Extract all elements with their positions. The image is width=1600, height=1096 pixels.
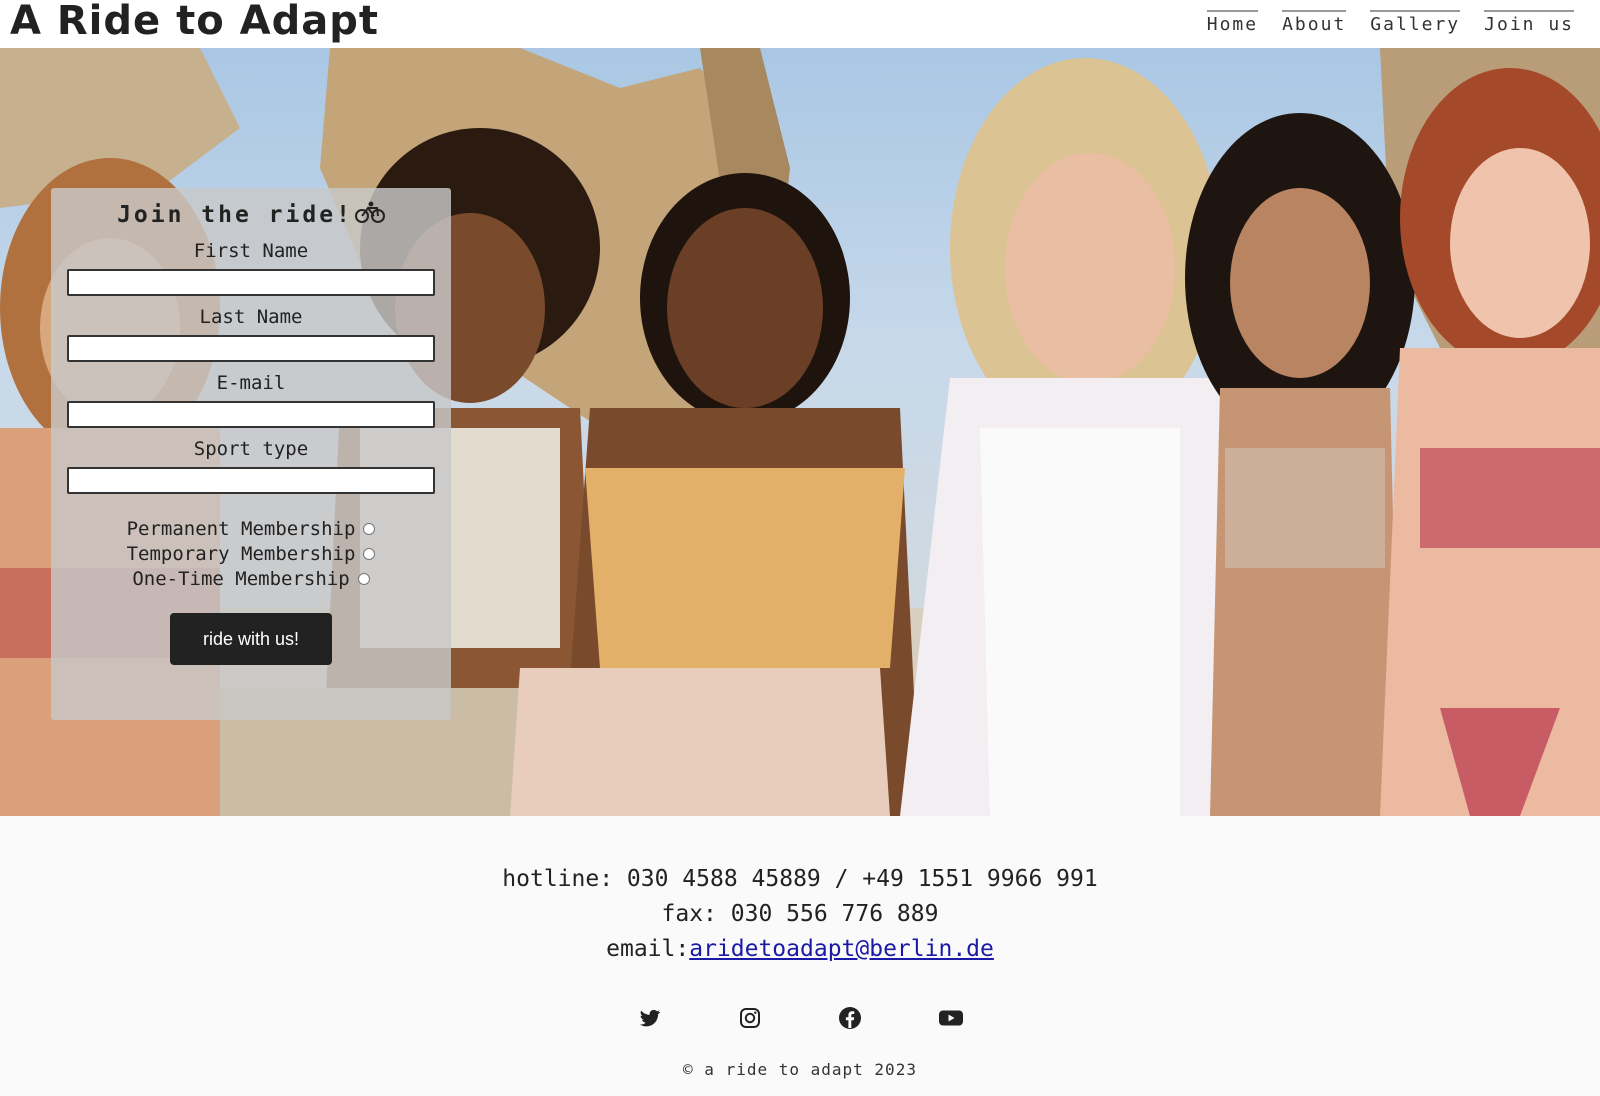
site-footer: hotline: 030 4588 45889 / +49 1551 9966 … bbox=[0, 816, 1600, 1096]
sport-type-label: Sport type bbox=[193, 438, 309, 460]
email-input[interactable] bbox=[67, 401, 435, 428]
nav-join-us-link[interactable]: Join us bbox=[1484, 10, 1574, 35]
permanent-membership-radio[interactable] bbox=[363, 522, 376, 535]
site-header: A Ride to Adapt Home About Gallery Join … bbox=[0, 0, 1600, 48]
copyright-text: © a ride to adapt 2023 bbox=[683, 1060, 917, 1079]
last-name-input[interactable] bbox=[67, 335, 435, 362]
form-title-text: Join the ride! bbox=[117, 202, 353, 228]
last-name-label: Last Name bbox=[199, 306, 303, 328]
site-title[interactable]: A Ride to Adapt bbox=[10, 0, 379, 44]
membership-option-temporary: Temporary Membership bbox=[51, 541, 451, 566]
ride-with-us-button[interactable]: ride with us! bbox=[170, 613, 332, 665]
email-link[interactable]: aridetoadapt@berlin.de bbox=[689, 936, 994, 962]
facebook-icon[interactable] bbox=[838, 1006, 862, 1030]
email-line: email:aridetoadapt@berlin.de bbox=[0, 932, 1600, 967]
nav-home-link[interactable]: Home bbox=[1206, 10, 1259, 35]
membership-option-permanent: Permanent Membership bbox=[51, 516, 451, 541]
membership-option-one-time: One-Time Membership bbox=[51, 566, 451, 591]
first-name-input[interactable] bbox=[67, 269, 435, 296]
join-form: Join the ride! First Name Last Name E-ma… bbox=[51, 188, 451, 720]
fax-text: fax: 030 556 776 889 bbox=[661, 901, 939, 927]
nav-gallery-link[interactable]: Gallery bbox=[1370, 10, 1461, 35]
twitter-icon[interactable] bbox=[638, 1006, 662, 1030]
email-label: E-mail bbox=[216, 372, 286, 394]
hotline-text: hotline: 030 4588 45889 / +49 1551 9966 … bbox=[502, 866, 1098, 892]
nav-about-link[interactable]: About bbox=[1282, 10, 1347, 35]
one-time-membership-radio[interactable] bbox=[357, 572, 370, 585]
social-links bbox=[0, 1006, 1600, 1030]
first-name-label: First Name bbox=[193, 240, 309, 262]
temporary-membership-radio[interactable] bbox=[363, 547, 376, 560]
form-title: Join the ride! bbox=[51, 200, 451, 230]
youtube-icon[interactable] bbox=[938, 1006, 963, 1030]
membership-options: Permanent Membership Temporary Membershi… bbox=[51, 516, 451, 591]
instagram-icon[interactable] bbox=[738, 1006, 762, 1030]
email-prefix: email: bbox=[606, 936, 690, 962]
main-nav: Home About Gallery Join us bbox=[1206, 10, 1574, 35]
one-time-membership-label: One-Time Membership bbox=[132, 567, 350, 590]
hero-section: Join the ride! First Name Last Name E-ma… bbox=[0, 48, 1600, 816]
contact-info: hotline: 030 4588 45889 / +49 1551 9966 … bbox=[0, 862, 1600, 967]
temporary-membership-label: Temporary Membership bbox=[126, 542, 356, 565]
bicycle-icon bbox=[354, 200, 385, 230]
permanent-membership-label: Permanent Membership bbox=[126, 517, 356, 540]
sport-type-input[interactable] bbox=[67, 467, 435, 494]
